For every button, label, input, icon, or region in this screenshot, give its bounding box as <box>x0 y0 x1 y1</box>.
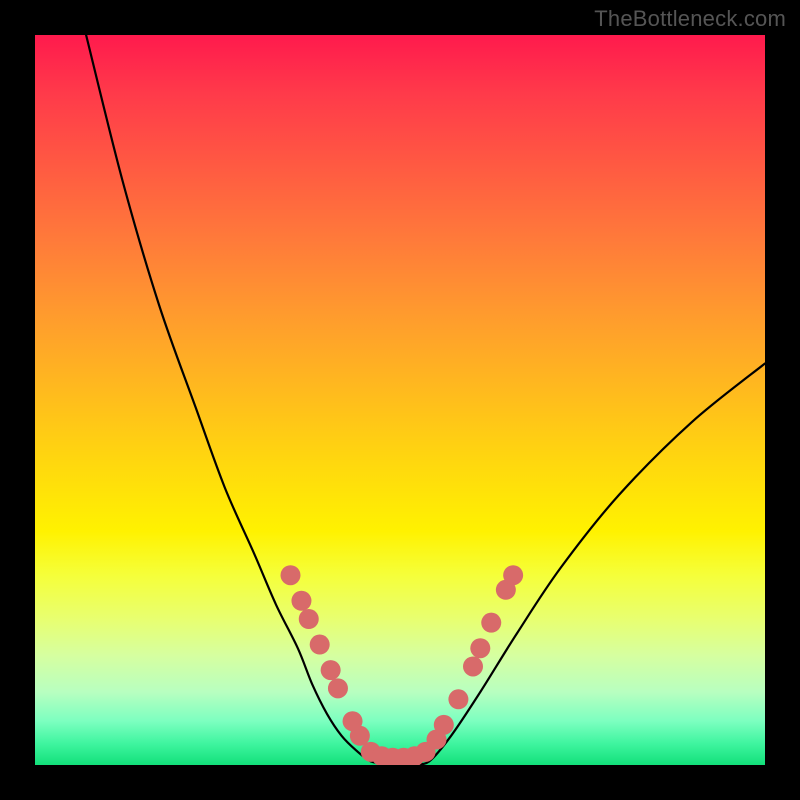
data-point-marker <box>321 660 341 680</box>
data-point-marker <box>328 678 348 698</box>
chart-svg <box>35 35 765 765</box>
plot-area <box>35 35 765 765</box>
chart-container: TheBottleneck.com <box>0 0 800 800</box>
data-point-marker <box>310 635 330 655</box>
bottleneck-curve <box>86 35 765 764</box>
lines-layer <box>86 35 765 764</box>
data-point-marker <box>463 656 483 676</box>
data-point-marker <box>299 609 319 629</box>
data-point-marker <box>503 565 523 585</box>
watermark-label: TheBottleneck.com <box>594 6 786 32</box>
data-point-marker <box>448 689 468 709</box>
data-point-marker <box>470 638 490 658</box>
data-point-marker <box>481 613 501 633</box>
data-point-marker <box>434 715 454 735</box>
data-point-marker <box>281 565 301 585</box>
data-point-marker <box>291 591 311 611</box>
markers-layer <box>281 565 524 765</box>
